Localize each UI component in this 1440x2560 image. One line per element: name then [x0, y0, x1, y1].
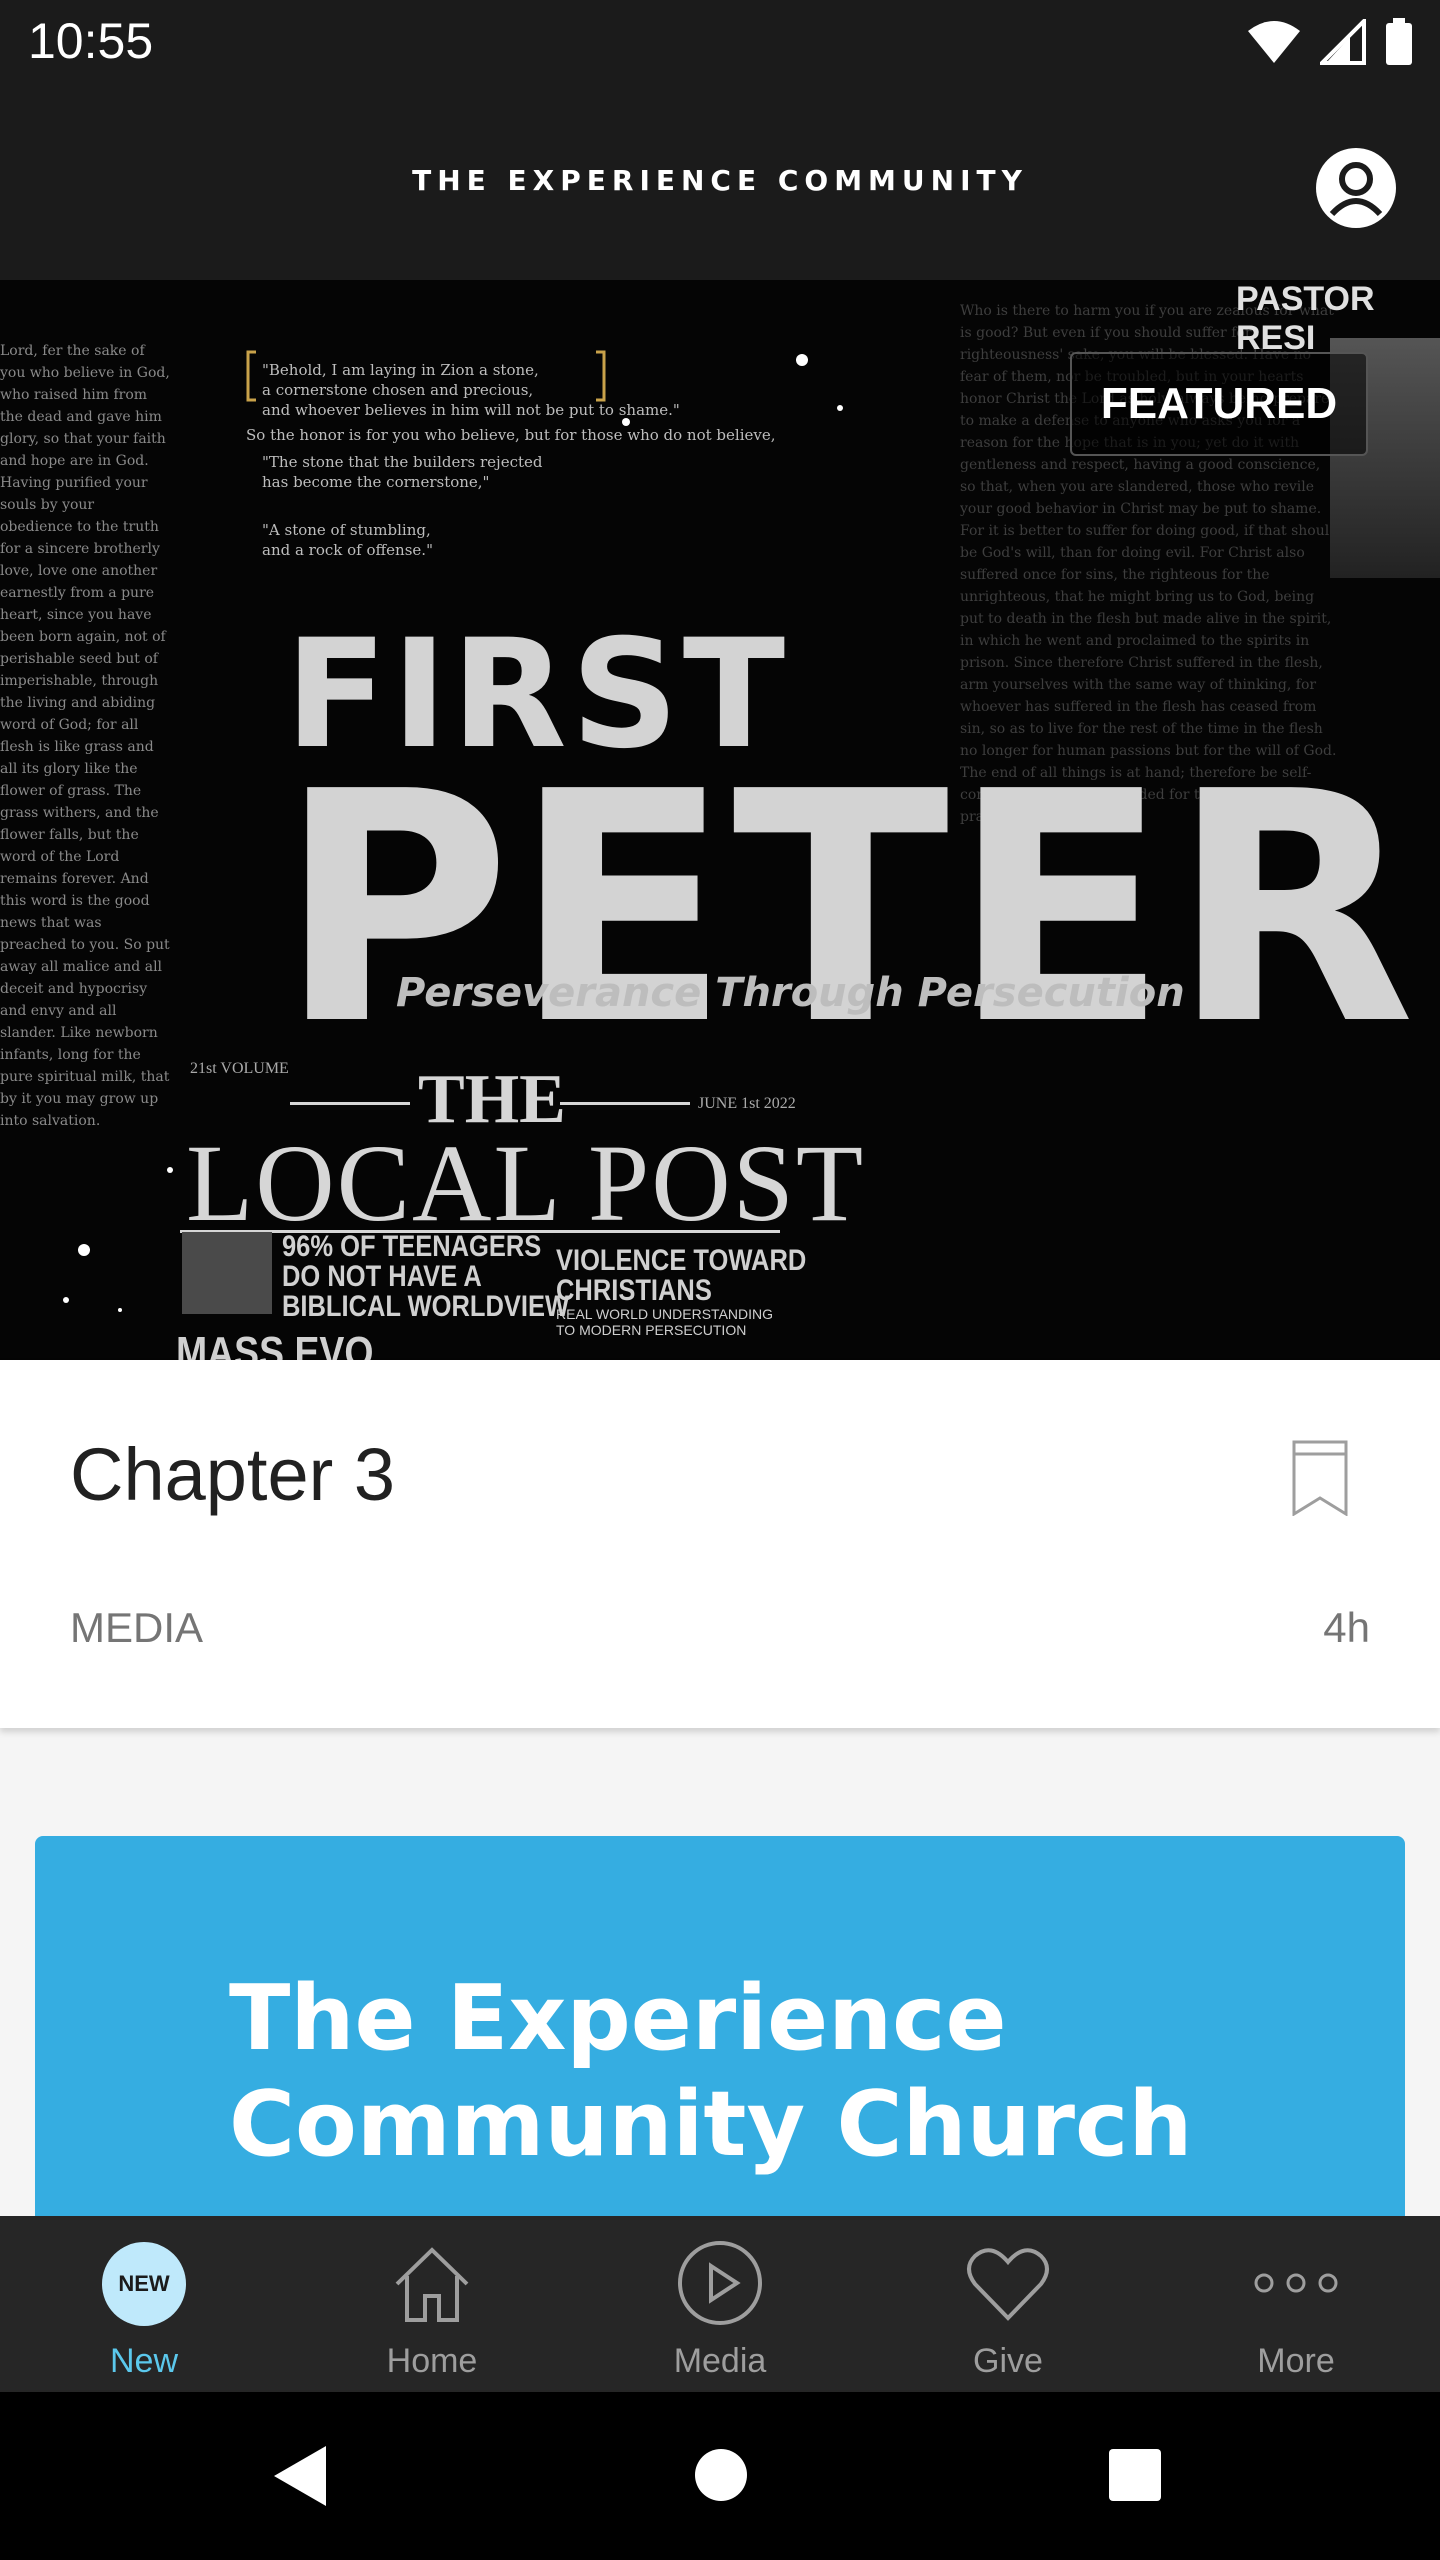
home-circle-icon[interactable]: [694, 2448, 748, 2502]
wifi-icon: [1248, 21, 1300, 63]
newspaper-rule-right: [560, 1102, 690, 1105]
newspaper-subhead-right: REAL WORLD UNDERSTANDING TO MODERN PERSE…: [556, 1306, 774, 1338]
nav-item-new[interactable]: NEW New: [0, 2216, 288, 2392]
bookmark-button[interactable]: [1290, 1440, 1350, 1517]
church-card[interactable]: The Experience Community Church: [35, 1836, 1405, 2216]
nav-label-give: Give: [973, 2342, 1043, 2380]
signal-icon: [1320, 19, 1366, 65]
nav-item-media[interactable]: Media: [576, 2216, 864, 2392]
heart-icon: [967, 2248, 1049, 2321]
profile-icon: [1316, 148, 1396, 228]
item-title: Chapter 3: [70, 1433, 395, 1516]
newspaper-headline-right: VIOLENCE TOWARD CHRISTIANS: [556, 1244, 807, 1307]
newspaper-photo: [182, 1232, 272, 1314]
newspaper-name: LOCAL POST: [186, 1122, 866, 1244]
recents-icon[interactable]: [1108, 2448, 1162, 2502]
home-icon: [395, 2247, 469, 2322]
newspaper-rule-left: [290, 1102, 410, 1105]
nav-label-media: Media: [673, 2342, 767, 2380]
nav-item-home[interactable]: Home: [288, 2216, 576, 2392]
bottom-navigation: NEW New Home Media Give More: [0, 2216, 1440, 2392]
new-icon: NEW: [102, 2242, 186, 2326]
nav-label-more: More: [1257, 2342, 1335, 2380]
nav-item-give[interactable]: Give: [864, 2216, 1152, 2392]
status-time: 10:55: [28, 13, 154, 69]
status-bar: 10:55: [0, 0, 1440, 84]
app-title: THE EXPERIENCE COMMUNITY: [412, 164, 1028, 197]
newspaper-date: JUNE 1st 2022: [698, 1095, 796, 1112]
status-icons: [1246, 18, 1414, 66]
app-header: THE EXPERIENCE COMMUNITY: [0, 84, 1440, 280]
featured-item-card[interactable]: Chapter 3 MEDIA 4h: [0, 1360, 1440, 1728]
nav-item-more[interactable]: More: [1152, 2216, 1440, 2392]
church-card-title: The Experience Community Church: [229, 1966, 1193, 2177]
hero-subtitle: Perseverance Through Persecution: [396, 970, 1185, 1016]
play-icon: [678, 2241, 762, 2325]
newspaper-headline-left: 96% OF TEENAGERS DO NOT HAVE A BIBLICAL …: [282, 1230, 570, 1323]
battery-icon: [1386, 18, 1412, 65]
bookmark-icon: [1292, 1440, 1348, 1517]
more-icon: [1254, 2273, 1338, 2293]
item-age: 4h: [1323, 1604, 1370, 1651]
newspaper-bottom-headline: MASS EVO: [176, 1328, 374, 1361]
newspaper-volume: 21st VOLUME: [190, 1060, 289, 1077]
nav-label-new: New: [109, 2342, 179, 2380]
system-navigation-bar: [0, 2392, 1440, 2560]
nav-label-home: Home: [386, 2342, 478, 2380]
profile-button[interactable]: [1314, 146, 1398, 230]
item-category: MEDIA: [70, 1604, 204, 1651]
hero-title-peter: PETER: [278, 724, 1418, 1094]
featured-banner[interactable]: Lord, fer the sake of you who believe in…: [0, 280, 1440, 1360]
featured-badge: FEATURED: [1070, 352, 1368, 456]
back-icon[interactable]: [270, 2442, 330, 2510]
